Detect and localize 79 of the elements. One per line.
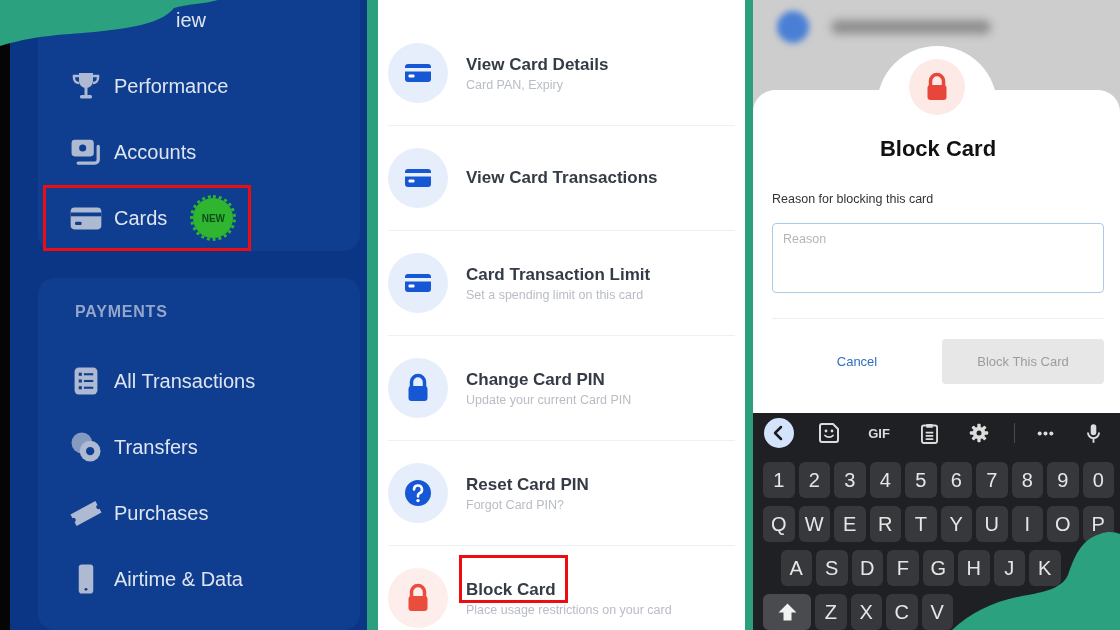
- padlock-icon: [388, 568, 448, 628]
- keyboard-key[interactable]: 7: [976, 462, 1008, 498]
- keyboard-key[interactable]: W: [798, 506, 830, 542]
- section-heading: PAYMENTS: [74, 302, 168, 322]
- clipboard-icon[interactable]: [920, 422, 938, 444]
- padlock-icon: [908, 59, 965, 115]
- keyboard-key[interactable]: 9: [1047, 462, 1079, 498]
- padlock-icon: [388, 358, 448, 418]
- keyboard-key[interactable]: G: [922, 550, 954, 586]
- keyboard-key[interactable]: E: [834, 506, 866, 542]
- sidebar-item[interactable]: Airtime & Data: [43, 546, 258, 612]
- keyboard-key[interactable]: 8: [1011, 462, 1043, 498]
- sticker-icon[interactable]: [819, 423, 839, 443]
- menu-item-title[interactable]: Change Card PIN: [463, 366, 608, 393]
- gif-button[interactable]: GIF: [866, 423, 892, 443]
- shift-key[interactable]: [763, 594, 811, 630]
- menu-item-title[interactable]: View Card Transactions: [463, 165, 661, 191]
- keyboard-key[interactable]: U: [976, 506, 1008, 542]
- keyboard-key[interactable]: H: [958, 550, 990, 586]
- keyboard-key[interactable]: Q: [763, 506, 795, 542]
- credit-card-icon: [70, 206, 102, 230]
- keyboard-key[interactable]: R: [869, 506, 901, 542]
- keyboard-key[interactable]: S: [816, 550, 848, 586]
- sidebar-item[interactable]: Purchases: [43, 480, 224, 546]
- keyboard-key[interactable]: A: [780, 550, 812, 586]
- keyboard-key[interactable]: 4: [869, 462, 901, 498]
- menu-item-subtitle: Forgot Card PIN?: [466, 497, 564, 512]
- reason-field[interactable]: Reason: [772, 223, 1104, 293]
- menu-item-title[interactable]: View Card Details: [463, 51, 612, 78]
- ticket-icon: [70, 500, 102, 526]
- keyboard-key[interactable]: V: [921, 594, 953, 630]
- dialog-title: Block Card: [879, 135, 997, 163]
- sidebar-item[interactable]: Performance: [43, 53, 244, 119]
- list-icon: [74, 367, 98, 395]
- keyboard-key[interactable]: 6: [940, 462, 972, 498]
- more-dots-icon[interactable]: [1036, 430, 1054, 436]
- keyboard-key[interactable]: 3: [834, 462, 866, 498]
- keyboard-key[interactable]: I: [1011, 506, 1043, 542]
- keyboard-key[interactable]: T: [905, 506, 937, 542]
- keyboard-key[interactable]: C: [886, 594, 918, 630]
- credit-card-icon: [388, 148, 448, 208]
- keyboard-key[interactable]: 2: [798, 462, 830, 498]
- menu-item-subtitle: Update your current Card PIN: [466, 392, 632, 407]
- keyboard-key[interactable]: Z: [815, 594, 847, 630]
- sidebar-item[interactable]: Cards NEW: [43, 185, 252, 251]
- trophy-icon: [72, 72, 100, 100]
- sidebar-item[interactable]: Accounts: [43, 119, 212, 185]
- question-mark-icon: [388, 463, 448, 523]
- chevron-left-icon[interactable]: [764, 418, 794, 448]
- keyboard-key[interactable]: 0: [1082, 462, 1114, 498]
- keyboard-key[interactable]: Y: [940, 506, 972, 542]
- keyboard-key[interactable]: 1: [763, 462, 795, 498]
- stacked-notes-icon: [71, 138, 101, 166]
- menu-item-title[interactable]: Card Transaction Limit: [463, 261, 654, 288]
- keyboard-key[interactable]: J: [993, 550, 1025, 586]
- credit-card-icon: [388, 43, 448, 103]
- microphone-icon[interactable]: [1086, 422, 1100, 444]
- keyboard-key[interactable]: F: [887, 550, 919, 586]
- keyboard-key[interactable]: 5: [905, 462, 937, 498]
- up-arrow-icon: [777, 603, 797, 621]
- sidebar-item-label[interactable]: iew: [176, 10, 206, 30]
- keyboard-key[interactable]: D: [851, 550, 883, 586]
- field-label: Reason for blocking this card: [772, 191, 934, 208]
- menu-item-subtitle: Place usage restrictions on your card: [466, 602, 672, 617]
- mobile-phone-icon: [78, 564, 94, 594]
- coins-icon: [71, 432, 101, 462]
- menu-item-subtitle: Card PAN, Expiry: [466, 77, 563, 92]
- new-badge: NEW: [190, 195, 237, 241]
- sidebar-item[interactable]: Transfers: [43, 414, 213, 480]
- menu-item-title[interactable]: Block Card: [459, 554, 568, 603]
- keyboard-key[interactable]: X: [850, 594, 882, 630]
- credit-card-icon: [388, 253, 448, 313]
- keyboard-key[interactable]: O: [1047, 506, 1079, 542]
- keyboard-key[interactable]: K: [1029, 550, 1061, 586]
- menu-item-title[interactable]: Reset Card PIN: [463, 471, 592, 498]
- settings-icon[interactable]: [969, 423, 989, 443]
- menu-item-subtitle: Set a spending limit on this card: [466, 287, 644, 302]
- cancel-button[interactable]: Cancel: [830, 350, 884, 373]
- sidebar-item[interactable]: All Transactions: [43, 348, 271, 414]
